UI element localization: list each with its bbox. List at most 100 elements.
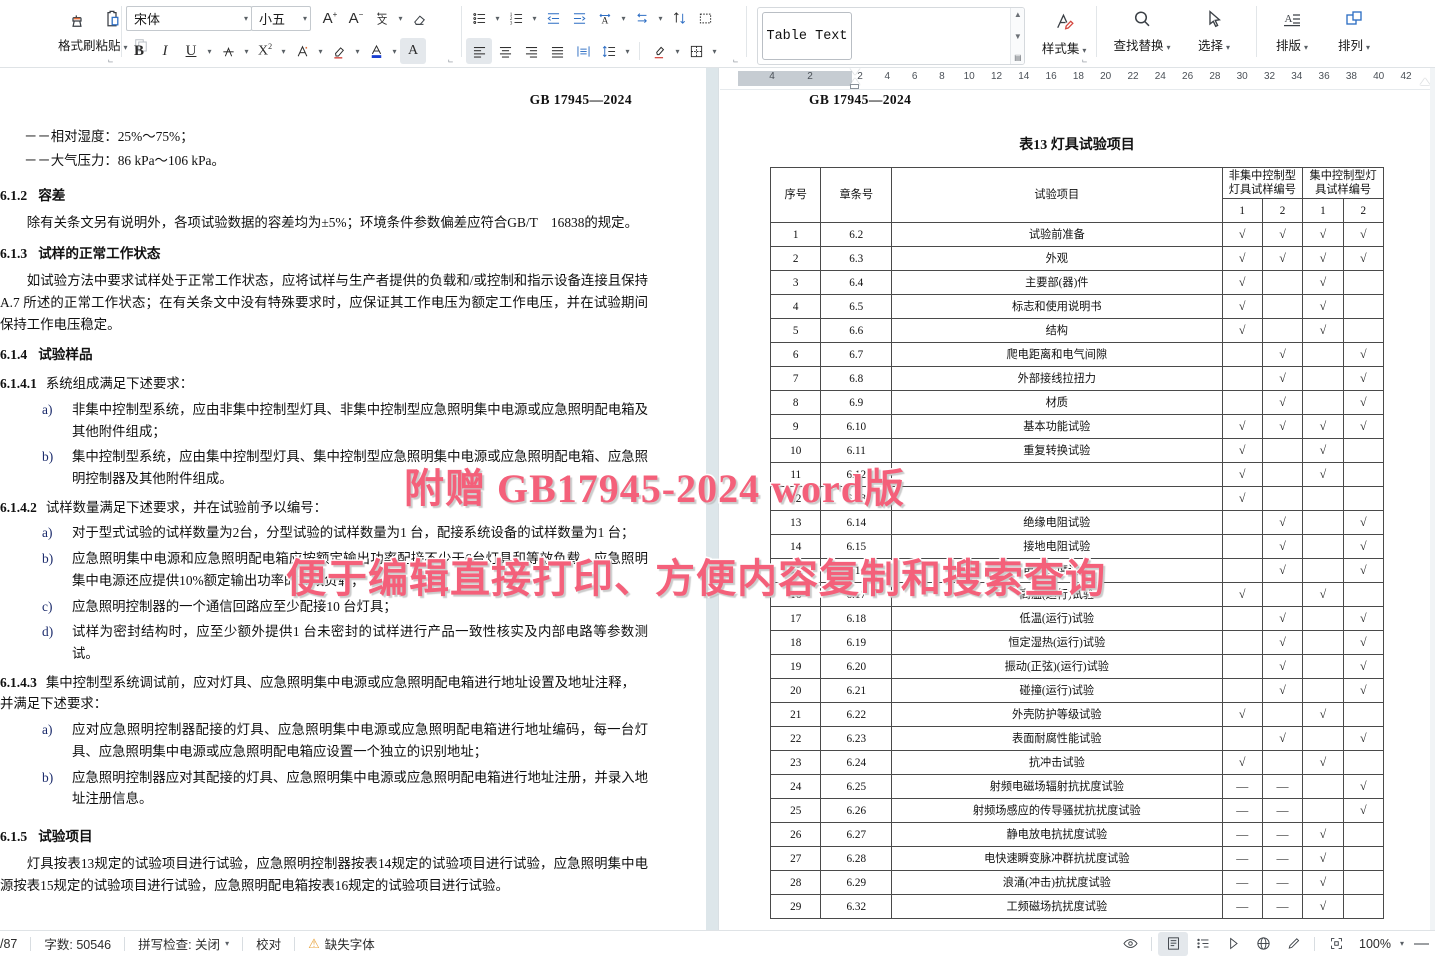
table-row[interactable]: 2 6.3 外观 √ √ √ √ [769,246,1385,271]
align-left-button[interactable] [466,38,492,65]
styles-dialog-launcher[interactable] [1082,57,1091,66]
bold-button[interactable]: B [126,38,152,64]
ruler-track[interactable]: 4 2 2 4 6 8 10 12 14 16 18 20 22 24 26 28 30 32 34 36 38 40 42 [720,68,1435,89]
text-highlight-button[interactable] [326,38,352,64]
document-page-right[interactable]: GB 17945—2024 表13 灯具试验项目 序号 章条号 试验项目 非集中… [719,68,1435,930]
preview-button[interactable] [1115,932,1145,956]
superscript-caret[interactable]: ▾ [278,38,289,64]
first-line-indent-marker[interactable] [850,68,860,75]
table-row[interactable]: 26 6.27 静电放电抗扰度试验 — — √ [769,822,1385,847]
table-row[interactable]: 5 6.6 结构 √ √ [769,318,1385,343]
table-row[interactable]: 16 6.17 高温(运行)试验 √ √ [769,582,1385,607]
arrange-button[interactable]: 排列 ▾ [1323,2,1385,62]
table-row[interactable]: 20 6.21 碰撞(运行)试验 √ √ [769,678,1385,703]
fullscreen-button[interactable] [1321,932,1351,956]
font-dialog-launcher[interactable] [448,57,457,66]
pen-tool-button[interactable] [1278,932,1308,956]
table-row[interactable]: 13 6.14 绝缘电阻试验 √ √ [769,510,1385,535]
paragraph-shading-button[interactable] [646,38,672,64]
font-size-input[interactable]: 小五 ▾ [251,6,311,32]
strikethrough-caret[interactable]: ▾ [241,38,252,64]
ruler-left-margin[interactable] [738,71,852,86]
style-scroll-up-icon[interactable]: ▲ [1014,10,1022,19]
table-row[interactable]: 9 6.10 基本功能试验 √ √ √ √ [769,414,1385,439]
table-row[interactable]: 25 6.26 射频场感应的传导骚扰抗扰度试验 — — √ [769,798,1385,823]
align-right-button[interactable] [518,38,544,64]
superscript-button[interactable]: X2 [252,38,278,64]
distributed-align-button[interactable] [570,38,596,64]
italic-button[interactable]: I [152,38,178,64]
bullet-list-button[interactable] [466,6,492,32]
chevron-down-icon[interactable]: ▾ [295,14,307,23]
sort-button[interactable] [666,6,692,32]
text-highlight-caret[interactable]: ▾ [352,38,363,64]
text-direction-button[interactable] [629,6,655,32]
table-row[interactable]: 14 6.15 接地电阻试验 √ √ [769,534,1385,559]
show-formatting-marks-button[interactable] [692,6,718,32]
increase-indent-button[interactable] [566,6,592,32]
table-13[interactable]: 序号 章条号 试验项目 非集中控制型灯具试样编号 集中控制型灯具试样编号 1 2… [769,167,1385,919]
strikethrough-button[interactable] [215,38,241,64]
character-shading-button[interactable]: A [400,38,426,65]
outline-view-button[interactable] [1188,932,1218,956]
underline-caret[interactable]: ▾ [204,38,215,64]
table-row[interactable]: 27 6.28 电快速瞬变脉冲群抗扰度试验 — — √ [769,846,1385,871]
decrease-font-size-button[interactable]: A− [343,6,369,32]
table-row[interactable]: 1 6.2 试验前准备 √ √ √ √ [769,222,1385,247]
table-row[interactable]: 7 6.8 外部接线拉扭力 √ √ [769,366,1385,391]
table-row[interactable]: 28 6.29 浪涌(冲击)抗扰度试验 — — √ [769,870,1385,895]
align-justify-button[interactable] [544,38,570,64]
table-row[interactable]: 3 6.4 主要部(器)件 √ √ [769,270,1385,295]
table-row[interactable]: 18 6.19 恒定湿热(运行)试验 √ √ [769,630,1385,655]
line-spacing-button[interactable] [596,38,622,64]
table-row[interactable]: 15 6.16 电气强度试验 √ √ [769,558,1385,583]
table-row[interactable]: 10 6.11 重复转换试验 √ √ [769,438,1385,463]
numbered-list-button[interactable]: 1 2 3 [503,6,529,32]
horizontal-ruler[interactable]: 4 2 2 4 6 8 10 12 14 16 18 20 22 24 26 28 30 32 34 36 38 40 42 [720,68,1435,90]
style-set-button[interactable]: 样式集 ▾ [1035,5,1093,65]
print-layout-view-button[interactable] [1158,931,1188,956]
typeset-button[interactable]: A 排版 ▾ [1261,2,1323,62]
missing-font-warning[interactable]: ⚠ 缺失字体 [295,931,388,956]
spell-check-toggle[interactable]: 拼写检查: 关闭 ▾ [125,931,242,956]
style-gallery[interactable]: Table Text ▲ ▼ ▤ [757,7,1026,65]
table-row[interactable]: 11 6.12 √ √ [769,462,1385,487]
table-row[interactable]: 12 6.13 √ [769,486,1385,511]
chevron-down-icon[interactable]: ▾ [225,939,229,948]
style-gallery-scrollbar[interactable]: ▲ ▼ ▤ [1010,8,1025,64]
vertical-scrollbar[interactable] [1430,68,1435,930]
proofread-button[interactable]: 校对 [243,931,294,956]
text-direction-caret[interactable]: ▾ [655,6,666,32]
table-row[interactable]: 8 6.9 材质 √ √ [769,390,1385,415]
chevron-down-icon[interactable]: ▾ [236,14,248,23]
phonetic-guide-caret[interactable]: ▾ [395,6,406,32]
decrease-indent-button[interactable] [540,6,566,32]
font-color-button[interactable] [363,38,389,64]
line-spacing-caret[interactable]: ▾ [622,38,633,64]
table-row[interactable]: 19 6.20 振动(正弦)(运行)试验 √ √ [769,654,1385,679]
read-mode-button[interactable] [1218,932,1248,956]
format-painter-button[interactable]: 格式刷 [58,2,96,62]
table-row[interactable]: 6 6.7 爬电距离和电气间隙 √ √ [769,342,1385,367]
document-page-left[interactable]: GB 17945—2024 －－相对湿度：25%～75%； －－大气压力：86 … [0,68,706,930]
select-button[interactable]: 选择 ▾ [1183,2,1245,62]
style-gallery-expand-icon[interactable]: ▤ [1014,53,1022,62]
text-effect-caret[interactable]: ▾ [315,38,326,64]
numbered-list-caret[interactable]: ▾ [529,6,540,32]
chinese-layout-caret[interactable]: ▾ [618,6,629,32]
table-row[interactable]: 4 6.5 标志和使用说明书 √ √ [769,294,1385,319]
borders-caret[interactable]: ▾ [709,38,720,64]
table-row[interactable]: 29 6.32 工频磁场抗扰度试验 — — √ [769,894,1385,919]
document-workspace[interactable]: GB 17945—2024 －－相对湿度：25%～75%； －－大气压力：86 … [0,68,1435,930]
align-center-button[interactable] [492,38,518,64]
increase-font-size-button[interactable]: A+ [317,6,343,32]
style-scroll-down-icon[interactable]: ▼ [1014,32,1022,41]
left-indent-marker[interactable] [850,84,859,89]
chevron-down-icon[interactable]: ▾ [1400,939,1404,948]
page-indicator[interactable]: /87 [0,931,30,956]
paragraph-dialog-launcher[interactable] [733,57,742,66]
table-row[interactable]: 21 6.22 外壳防护等级试验 √ √ [769,702,1385,727]
style-item-table-text[interactable]: Table Text [762,12,852,60]
bullet-list-caret[interactable]: ▾ [492,6,503,32]
right-indent-marker[interactable] [1420,78,1430,85]
